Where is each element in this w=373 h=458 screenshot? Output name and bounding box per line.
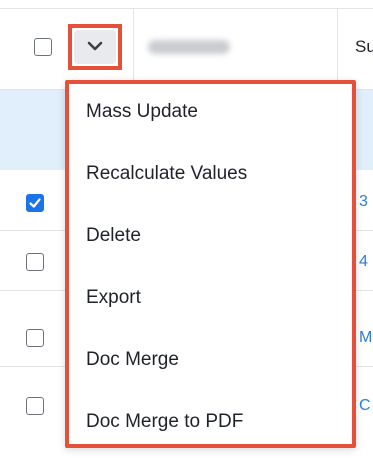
row-checkbox[interactable]	[26, 397, 44, 415]
blurred-column-header	[148, 40, 230, 54]
mass-actions-menu: Mass Update Recalculate Values Delete Ex…	[65, 80, 356, 448]
column-divider	[133, 9, 134, 89]
mass-actions-dropdown-toggle[interactable]	[68, 24, 122, 70]
column-divider	[337, 9, 338, 89]
menu-item-delete[interactable]: Delete	[69, 210, 352, 272]
row-checkbox[interactable]	[26, 194, 44, 212]
menu-item-doc-merge-to-pdf[interactable]: Doc Merge to PDF	[69, 396, 352, 458]
menu-item-mass-update[interactable]: Mass Update	[69, 86, 352, 148]
menu-item-recalculate-values[interactable]: Recalculate Values	[69, 148, 352, 210]
chevron-down-icon	[87, 41, 103, 51]
row-checkbox[interactable]	[26, 329, 44, 347]
select-all-checkbox[interactable]	[34, 38, 52, 56]
menu-item-doc-merge[interactable]: Doc Merge	[69, 334, 352, 396]
column-header-label[interactable]: Su	[355, 37, 373, 57]
row-link[interactable]: 3	[359, 193, 368, 211]
row-link[interactable]: 4	[359, 253, 368, 271]
row-link[interactable]: M	[359, 329, 372, 347]
row-link[interactable]: C	[359, 397, 371, 415]
checkmark-icon	[29, 198, 41, 208]
menu-item-export[interactable]: Export	[69, 272, 352, 334]
row-checkbox[interactable]	[26, 253, 44, 271]
